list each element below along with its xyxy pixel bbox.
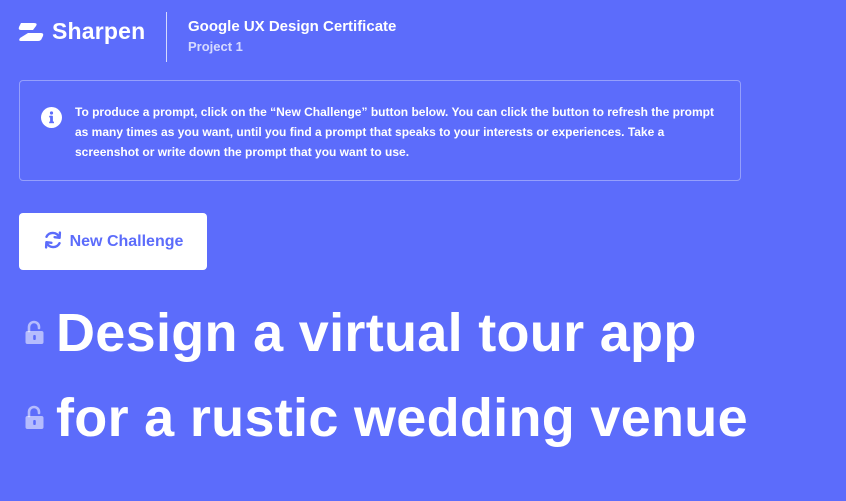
header: Sharpen Google UX Design Certificate Pro… [0, 0, 846, 68]
course-subtitle: Project 1 [188, 39, 243, 54]
instructions-box: To produce a prompt, click on the “New C… [19, 80, 741, 181]
refresh-icon [43, 230, 63, 253]
sharpen-logo-icon [18, 21, 44, 43]
header-divider [166, 12, 167, 62]
brand-name: Sharpen [52, 18, 146, 44]
prompt-text: Design a virtual tour app [56, 303, 697, 363]
unlock-icon[interactable] [24, 405, 45, 431]
instructions-text: To produce a prompt, click on the “New C… [75, 105, 714, 159]
prompt-line: Design a virtual tour app [24, 300, 697, 366]
new-challenge-label: New Challenge [69, 232, 184, 250]
brand-logo[interactable]: Sharpen [18, 18, 145, 45]
course-title: Google UX Design Certificate [188, 18, 397, 35]
prompt-line: for a rustic wedding venue [24, 385, 748, 451]
new-challenge-button[interactable]: New Challenge [19, 213, 207, 270]
course-info: Google UX Design Certificate Project 1 [188, 18, 396, 55]
prompt-text: for a rustic wedding venue [56, 388, 748, 448]
info-icon [41, 107, 62, 128]
unlock-icon[interactable] [24, 320, 45, 346]
